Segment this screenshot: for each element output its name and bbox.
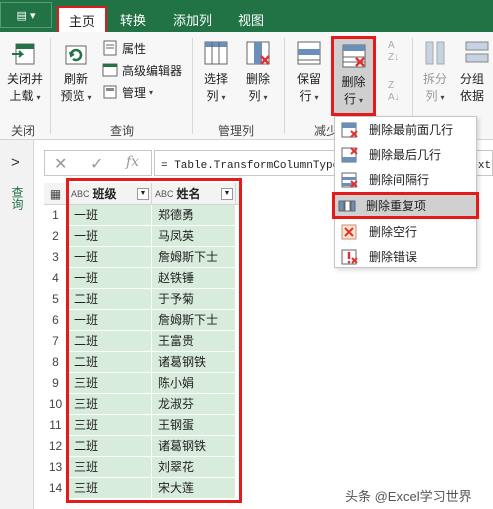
remove-rows-button[interactable]: 删除 行 ▾ xyxy=(331,36,376,116)
choose-columns-label-1: 选择 xyxy=(203,72,228,86)
row-number[interactable]: 2 xyxy=(44,226,68,247)
group-by-label-1: 分组 xyxy=(460,72,485,86)
tab-view[interactable]: 视图 xyxy=(228,6,274,32)
ribbon-divider xyxy=(284,38,285,134)
remove-rows-menu: 删除最前面几行 删除最后几行 删除间隔行 删除重复项 删除空行 删除错误 xyxy=(332,116,479,269)
row-number[interactable]: 11 xyxy=(44,415,68,436)
sort-descending-icon[interactable]: Z A↓ xyxy=(388,80,404,104)
remove-columns-label-1: 删除 xyxy=(245,72,270,86)
remove-top-rows-icon xyxy=(341,122,358,138)
remove-blank-rows-icon xyxy=(341,224,357,239)
keep-rows-label-1: 保留 xyxy=(296,72,321,86)
queries-panel: > 查询 xyxy=(0,140,34,509)
remove-duplicates-icon xyxy=(338,200,356,211)
manage-icon xyxy=(103,85,117,99)
properties-icon xyxy=(103,40,117,56)
remove-bottom-rows-icon xyxy=(341,146,358,162)
row-number[interactable]: 10 xyxy=(44,394,68,415)
group-manage-columns-label: 管理列 xyxy=(218,124,255,138)
split-column-label-2: 列 ▾ xyxy=(425,89,445,103)
group-by-icon xyxy=(465,41,489,63)
menu-item-remove-errors[interactable]: 删除错误 xyxy=(335,244,476,269)
close-load-label-2: 上载 ▾ xyxy=(9,89,41,103)
tab-transform[interactable]: 转换 xyxy=(110,6,156,32)
remove-columns-button[interactable]: 删除 列 ▾ xyxy=(240,38,276,106)
columns-highlight-frame xyxy=(66,178,242,503)
choose-columns-button[interactable]: 选择 列 ▾ xyxy=(198,38,234,106)
sort-ascending-icon[interactable]: A Z↓ xyxy=(388,40,404,64)
row-number[interactable]: 8 xyxy=(44,352,68,373)
keep-rows-icon xyxy=(297,41,321,65)
ribbon-tab-bar: ▤ ▾ 主页 转换 添加列 视图 xyxy=(0,0,493,32)
ribbon-divider xyxy=(50,38,51,134)
choose-columns-label-2: 列 ▾ xyxy=(206,89,226,103)
remove-errors-icon xyxy=(341,249,358,264)
watermark: 头条 @Excel学习世界 xyxy=(345,489,472,504)
row-number[interactable]: 1 xyxy=(44,205,68,226)
properties-button[interactable]: 属性 xyxy=(102,38,146,58)
expand-panel-chevron-icon[interactable]: > xyxy=(11,154,20,171)
remove-rows-label-1: 删除 xyxy=(341,75,366,89)
group-query-label: 查询 xyxy=(110,124,135,138)
keep-rows-label-2: 行 ▾ xyxy=(299,89,319,103)
tab-add-column[interactable]: 添加列 xyxy=(163,6,222,32)
manage-button[interactable]: 管理 ▾ xyxy=(102,82,153,102)
row-number[interactable]: 7 xyxy=(44,331,68,352)
close-load-label-1: 关闭并 xyxy=(6,72,43,86)
table-menu-icon[interactable]: ▦ xyxy=(44,183,68,204)
advanced-editor-icon xyxy=(102,63,118,77)
remove-columns-icon xyxy=(246,41,270,65)
menu-item-remove-blank-rows[interactable]: 删除空行 xyxy=(335,219,476,244)
group-by-button[interactable]: 分组 依据 xyxy=(460,38,493,105)
menu-item-remove-duplicates[interactable]: 删除重复项 xyxy=(332,192,479,219)
split-column-icon xyxy=(425,41,445,65)
row-number[interactable]: 3 xyxy=(44,247,68,268)
fx-icon[interactable]: fx xyxy=(126,154,139,170)
menu-item-remove-top-rows[interactable]: 删除最前面几行 xyxy=(335,117,476,142)
row-number[interactable]: 5 xyxy=(44,289,68,310)
remove-columns-label-2: 列 ▾ xyxy=(248,89,268,103)
advanced-editor-button[interactable]: 高级编辑器 xyxy=(102,60,182,80)
close-load-button[interactable]: 关闭并 上载 ▾ xyxy=(4,38,46,106)
file-menu-button[interactable]: ▤ ▾ xyxy=(0,2,52,28)
ribbon-divider xyxy=(192,38,193,134)
split-column-label-1: 拆分 xyxy=(422,72,447,86)
menu-item-remove-alternate-rows[interactable]: 删除间隔行 xyxy=(335,167,476,192)
tab-home[interactable]: 主页 xyxy=(57,6,108,32)
group-close-label: 关闭 xyxy=(11,124,36,138)
queries-label[interactable]: 查询 xyxy=(9,186,26,210)
refresh-label-2: 预览 ▾ xyxy=(60,89,92,103)
refresh-label-1: 刷新 xyxy=(63,72,88,86)
remove-rows-icon xyxy=(342,44,365,68)
row-number[interactable]: 13 xyxy=(44,457,68,478)
row-number[interactable]: 12 xyxy=(44,436,68,457)
confirm-icon[interactable]: ✓ xyxy=(90,154,103,174)
keep-rows-button[interactable]: 保留 行 ▾ xyxy=(290,38,328,106)
cancel-icon[interactable]: ✕ xyxy=(54,154,67,174)
row-number[interactable]: 9 xyxy=(44,373,68,394)
refresh-preview-button[interactable]: 刷新 预览 ▾ xyxy=(56,38,96,106)
menu-item-remove-bottom-rows[interactable]: 删除最后几行 xyxy=(335,142,476,167)
remove-rows-label-2: 行 ▾ xyxy=(343,92,364,106)
refresh-icon xyxy=(65,45,87,65)
split-column-button[interactable]: 拆分 列 ▾ xyxy=(418,38,452,106)
row-number[interactable]: 4 xyxy=(44,268,68,289)
close-load-icon xyxy=(12,43,35,65)
choose-columns-icon xyxy=(204,41,228,65)
row-number[interactable]: 6 xyxy=(44,310,68,331)
row-number[interactable]: 14 xyxy=(44,478,68,499)
group-by-label-2: 依据 xyxy=(460,89,485,103)
remove-alternate-rows-icon xyxy=(341,172,358,188)
